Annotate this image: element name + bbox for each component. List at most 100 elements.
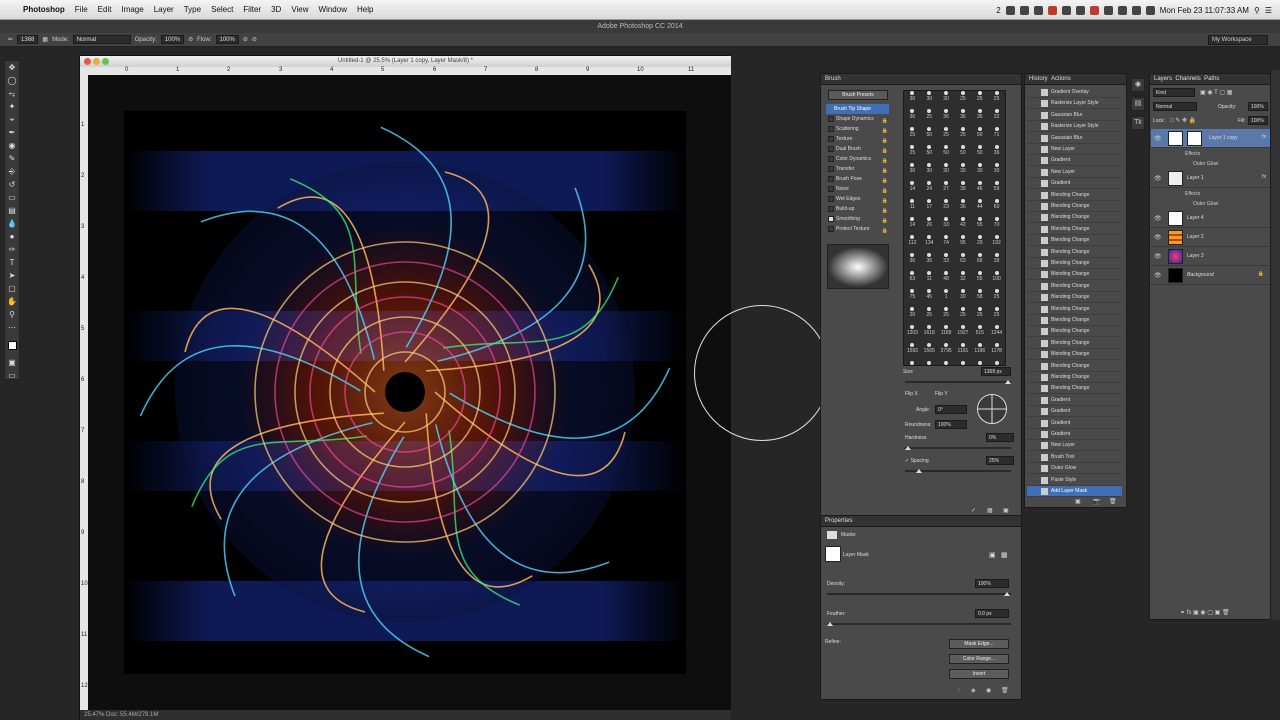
vertical-ruler[interactable]: 1 2 3 4 5 6 7 8 9 10 11 12 (80, 75, 88, 715)
brush-tip[interactable]: 36 (904, 109, 921, 127)
history-item[interactable]: Blending Change (1027, 269, 1122, 281)
brush-tip-grid[interactable]: 30 30 30 25 25 25 36 25 36 36 36 32 25 50 25 25 50 71 25 50… (903, 90, 1006, 366)
layer-row[interactable]: 👁 Layer 1 fx (1151, 169, 1270, 188)
brush-tip[interactable]: 1618 (921, 325, 938, 343)
path-select-icon[interactable]: ➤ (5, 269, 19, 282)
history-item[interactable]: Blending Change (1027, 383, 1122, 395)
brush-tool-icon[interactable]: ✏ (8, 36, 13, 43)
brush-tip[interactable]: 46 (971, 181, 988, 199)
new-preset-icon[interactable]: ▣ (1003, 507, 1009, 514)
delete-mask-icon[interactable]: 🗑 (1001, 687, 1009, 694)
pen-tool-icon[interactable]: ✑ (5, 243, 19, 256)
brush-tip[interactable]: 1244 (988, 325, 1005, 343)
properties-panel-tab[interactable]: Properties (821, 516, 1021, 527)
menu-view[interactable]: View (286, 5, 313, 14)
history-item[interactable]: Gradient (1027, 429, 1122, 440)
brush-tip[interactable]: 50 (921, 145, 938, 163)
size-field[interactable]: 1368 px (981, 367, 1011, 376)
brush-tip[interactable]: 39 (955, 181, 972, 199)
brush-panel-tab[interactable]: Brush (821, 74, 1021, 85)
record-icon[interactable] (1089, 5, 1099, 15)
brush-tip[interactable]: 1 (938, 289, 955, 307)
bluetooth-icon[interactable] (1103, 5, 1113, 15)
history-item[interactable]: Blending Change (1027, 281, 1122, 292)
list-icon[interactable]: ☰ (1265, 6, 1272, 15)
palette-icon[interactable]: ◉ (1131, 78, 1145, 92)
layer-name[interactable]: Layer 1 copy (1209, 135, 1238, 141)
checkbox[interactable] (828, 156, 834, 162)
checkbox[interactable] (828, 186, 834, 192)
brush-tip[interactable]: 11 (921, 271, 938, 289)
brush-size-picker[interactable]: 1368 (17, 35, 39, 44)
visibility-eye-icon[interactable]: 👁 (1154, 175, 1162, 182)
brush-tip[interactable]: 59 (988, 181, 1005, 199)
pressure-opacity-icon[interactable]: ⊘ (188, 36, 193, 43)
brush-tip[interactable]: 55 (971, 217, 988, 235)
eraser-tool-icon[interactable]: ▭ (5, 191, 19, 204)
move-tool-icon[interactable]: ✥ (5, 61, 19, 74)
layer-fill-field[interactable]: 100% (1248, 116, 1268, 125)
checkbox-checked[interactable] (828, 216, 834, 222)
zoom-tool-icon[interactable]: ⚲ (5, 308, 19, 321)
brush-tip[interactable]: 25 (971, 91, 988, 109)
flip-x-checkbox[interactable]: Flip X (905, 391, 918, 397)
history-item[interactable]: Blending Change (1027, 361, 1122, 372)
history-item[interactable]: Blending Change (1027, 349, 1122, 361)
history-item[interactable]: Brush Tool (1027, 452, 1122, 463)
brush-tip[interactable]: 1191 (955, 343, 972, 361)
spacing-slider-knob[interactable] (916, 469, 922, 473)
size-slider-knob[interactable] (1005, 380, 1011, 384)
menu-file[interactable]: File (70, 5, 93, 14)
layer-name[interactable]: Background (1187, 272, 1214, 278)
airbrush-icon[interactable]: ⊘ (243, 36, 248, 43)
hardness-field[interactable]: 0% (986, 433, 1014, 442)
brush-tip[interactable]: 1196 (971, 343, 988, 361)
visibility-eye-icon[interactable]: 👁 (1154, 215, 1162, 222)
document-status-bar[interactable]: 25.47% Doc: 55.4M/278.1M (80, 710, 731, 720)
screen-mode-icon[interactable]: ▭ (5, 369, 19, 382)
brush-tip[interactable]: 30 (971, 163, 988, 181)
brush-tip[interactable]: 50 (971, 127, 988, 145)
layer-name[interactable]: Layer 3 (1187, 253, 1204, 259)
hand-tool-icon[interactable]: ✋ (5, 295, 19, 308)
roundness-field[interactable]: 100% (935, 420, 967, 429)
vector-mask-icon[interactable]: ▦ (1001, 551, 1008, 559)
brush-tool-icon[interactable]: ✎ (5, 152, 19, 165)
menu-edit[interactable]: Edit (93, 5, 117, 14)
brush-tip[interactable]: 63 (955, 253, 972, 271)
history-item[interactable]: Rasterize Layer Style (1027, 98, 1122, 110)
visibility-eye-icon[interactable]: 👁 (1154, 253, 1162, 260)
brush-tip[interactable]: 30 (955, 163, 972, 181)
brush-tip[interactable]: 1106 (921, 361, 938, 365)
volume-icon[interactable] (1131, 5, 1141, 15)
brush-tip[interactable]: 14 (904, 181, 921, 199)
brush-tip[interactable]: 33 (938, 253, 955, 271)
hardness-slider-knob[interactable] (905, 446, 911, 450)
checkbox[interactable] (828, 116, 834, 122)
brush-tip[interactable]: 1037 (904, 361, 921, 365)
layer-effect-outer-glow[interactable]: Outer Glow (1151, 199, 1270, 209)
gradient-tool-icon[interactable]: ▤ (5, 204, 19, 217)
brush-tip[interactable]: 1159 (938, 361, 955, 365)
stamp-tool-icon[interactable]: ⎆ (5, 165, 19, 178)
brush-tip[interactable]: 1203 (904, 325, 921, 343)
brush-tip[interactable]: 45 (921, 289, 938, 307)
density-field[interactable]: 100% (975, 579, 1009, 588)
brush-tip[interactable]: 20 (904, 307, 921, 325)
brush-tip[interactable]: 25 (955, 91, 972, 109)
brush-tip[interactable]: 25 (938, 307, 955, 325)
canvas-area[interactable] (88, 75, 731, 713)
checkbox[interactable] (828, 126, 834, 132)
history-item[interactable]: Blending Change (1027, 372, 1122, 383)
brush-option-build-up[interactable]: Build-up 🔒 (826, 204, 889, 214)
document-title-bar[interactable]: Untitled-1 @ 25.5% (Layer 1 copy, Layer … (80, 56, 731, 67)
brush-tip[interactable]: 25 (938, 127, 955, 145)
brush-option-noise[interactable]: Noise 🔒 (826, 184, 889, 194)
history-item[interactable]: Blending Change (1027, 190, 1122, 201)
flip-y-checkbox[interactable]: Flip Y (935, 391, 948, 397)
menu-image[interactable]: Image (116, 5, 148, 14)
brush-tip[interactable]: 58 (971, 289, 988, 307)
history-item[interactable]: Blending Change (1027, 224, 1122, 235)
history-item[interactable]: Blending Change (1027, 201, 1122, 212)
brush-option-protect-texture[interactable]: Protect Texture 🔒 (826, 224, 889, 234)
